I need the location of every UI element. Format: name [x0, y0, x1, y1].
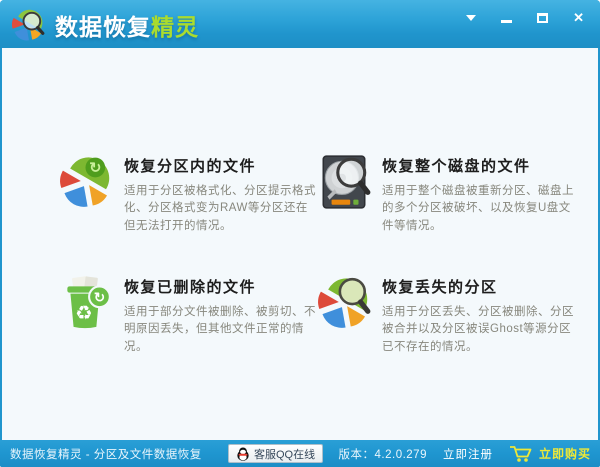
minimize-icon[interactable] [501, 12, 513, 24]
qq-penguin-icon [237, 447, 249, 461]
app-title: 数据恢复精灵 [55, 8, 199, 42]
option-description: 适用于分区丢失、分区被删除、分区被合并以及分区被误Ghost等源分区已不存在的情… [382, 306, 574, 353]
option-title[interactable]: 恢复丢失的分区 [382, 276, 574, 297]
qq-service-button[interactable]: 客服QQ在线 [228, 444, 324, 463]
disk-magnifier-icon [322, 155, 371, 209]
option-recover-deleted-files[interactable]: ♻ ↻ 恢复已删除的文件 适用于部分文件被删除、被剪切、不明原因丢失，但其他文件… [57, 274, 316, 356]
close-icon[interactable]: ✕ [573, 11, 584, 24]
option-recover-partition-files[interactable]: ↻ 恢复分区内的文件 适用于分区被格式化、分区提示格式化、分区格式变为RAW等分… [57, 153, 316, 235]
maximize-icon[interactable] [537, 12, 549, 24]
lost-partition-pie-magnifier-icon [318, 277, 371, 328]
qq-button-label: 客服QQ在线 [254, 448, 316, 461]
window-controls: ✕ [466, 11, 584, 24]
register-link[interactable]: 立即注册 [443, 446, 493, 462]
option-recover-lost-partition[interactable]: 恢复丢失的分区 适用于分区丢失、分区被删除、分区被合并以及分区被误Ghost等源… [315, 274, 574, 356]
cart-icon [509, 446, 532, 462]
version-label: 版本：4.2.0.279 [338, 448, 427, 461]
status-bar: 数据恢复精灵 - 分区及文件数据恢复 客服QQ在线 版本：4.2.0.279 立… [0, 440, 600, 467]
partition-pie-refresh-icon: ↻ [60, 157, 110, 207]
main-content: ↻ 恢复分区内的文件 适用于分区被格式化、分区提示格式化、分区格式变为RAW等分… [2, 48, 598, 440]
option-title[interactable]: 恢复分区内的文件 [124, 155, 316, 176]
option-title[interactable]: 恢复已删除的文件 [124, 276, 316, 297]
status-right-cluster: 版本：4.2.0.279 立即注册 立即购买 [339, 440, 591, 467]
title-bar: 数据恢复精灵 ✕ [0, 0, 600, 48]
svg-text:↻: ↻ [89, 161, 101, 177]
svg-text:↻: ↻ [94, 290, 105, 305]
svg-text:♻: ♻ [75, 303, 93, 325]
app-title-accent: 精灵 [151, 13, 199, 40]
app-title-main: 数据恢复 [55, 13, 151, 40]
buy-link[interactable]: 立即购买 [509, 444, 591, 463]
option-recover-whole-disk-files[interactable]: 恢复整个磁盘的文件 适用于整个磁盘被重新分区、磁盘上的多个分区被破坏、以及恢复U… [315, 153, 574, 235]
app-logo-icon [11, 9, 45, 41]
app-window: 数据恢复精灵 ✕ ↻ 恢复分区内的文件 适用于分区被格式化、分区提示格式化、分区… [0, 0, 600, 467]
status-app-label: 数据恢复精灵 - 分区及文件数据恢复 [10, 448, 202, 461]
buy-link-label: 立即购买 [538, 447, 591, 461]
menu-arrow-icon[interactable] [466, 12, 477, 24]
option-description: 适用于分区被格式化、分区提示格式化、分区格式变为RAW等分区还在但无法打开的情况… [124, 185, 316, 232]
recycle-bin-refresh-icon: ♻ ↻ [67, 276, 111, 329]
option-description: 适用于部分文件被删除、被剪切、不明原因丢失，但其他文件正常的情况。 [124, 306, 316, 353]
option-description: 适用于整个磁盘被重新分区、磁盘上的多个分区被破坏、以及恢复U盘文件等情况。 [382, 185, 574, 232]
option-title[interactable]: 恢复整个磁盘的文件 [382, 155, 574, 176]
